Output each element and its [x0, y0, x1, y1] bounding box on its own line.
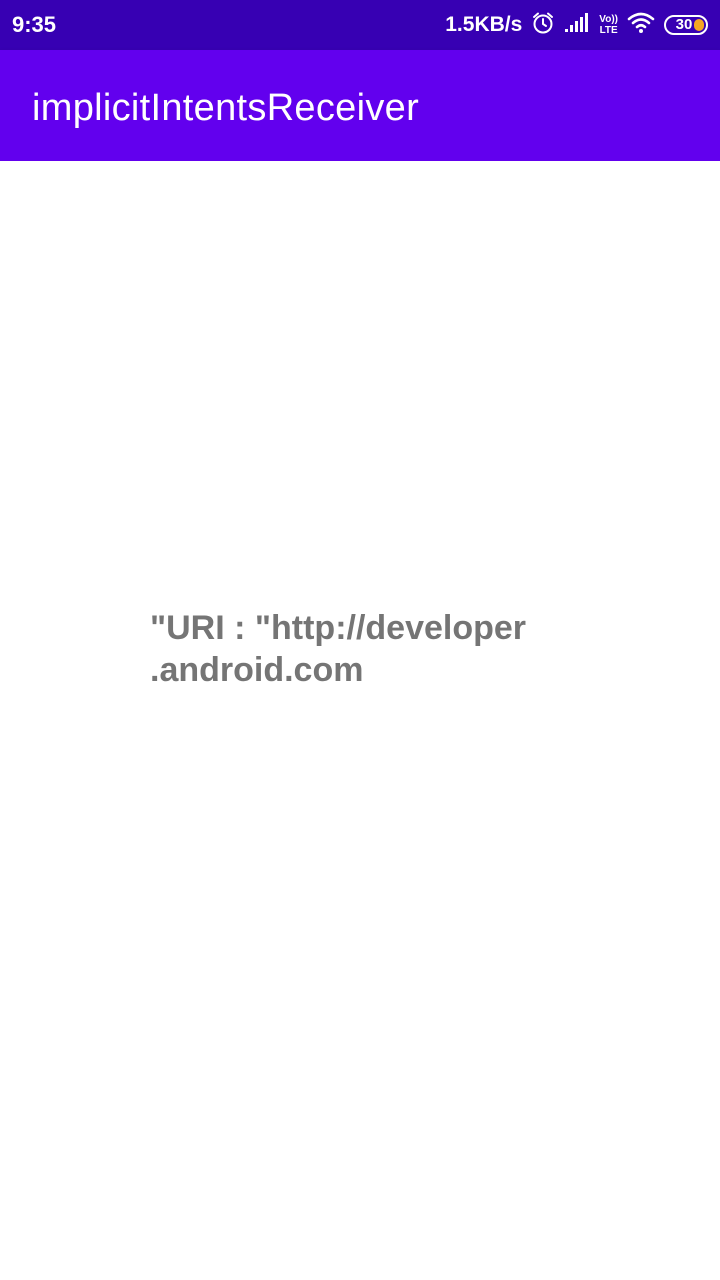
status-icons: 1.5KB/s Vo)) LTE 30: [445, 8, 708, 42]
volte-icon: Vo)) LTE: [599, 14, 618, 36]
uri-text: "URI : "http://developer .android.com: [150, 607, 530, 691]
lte-label: LTE: [599, 25, 618, 36]
app-title: implicitIntentsReceiver: [32, 87, 420, 129]
battery-level: 30: [675, 16, 693, 33]
status-time: 9:35: [12, 12, 57, 37]
signal-icon: [564, 12, 590, 38]
battery-fill: [694, 19, 704, 31]
wifi-icon: [627, 12, 655, 39]
uri-text-line-1: "URI : "http://developer: [150, 609, 527, 647]
app-bar: implicitIntentsReceiver: [0, 50, 720, 161]
main-content: "URI : "http://developer .android.com: [0, 161, 720, 1280]
network-speed: 1.5KB/s: [445, 13, 523, 36]
alarm-icon: [531, 11, 555, 40]
uri-text-line-2: .android.com: [150, 651, 364, 689]
status-bar: 9:35 1.5KB/s Vo)) LTE 30: [0, 0, 720, 50]
battery-icon: 30: [664, 15, 708, 35]
volte-label: Vo)): [599, 14, 618, 25]
